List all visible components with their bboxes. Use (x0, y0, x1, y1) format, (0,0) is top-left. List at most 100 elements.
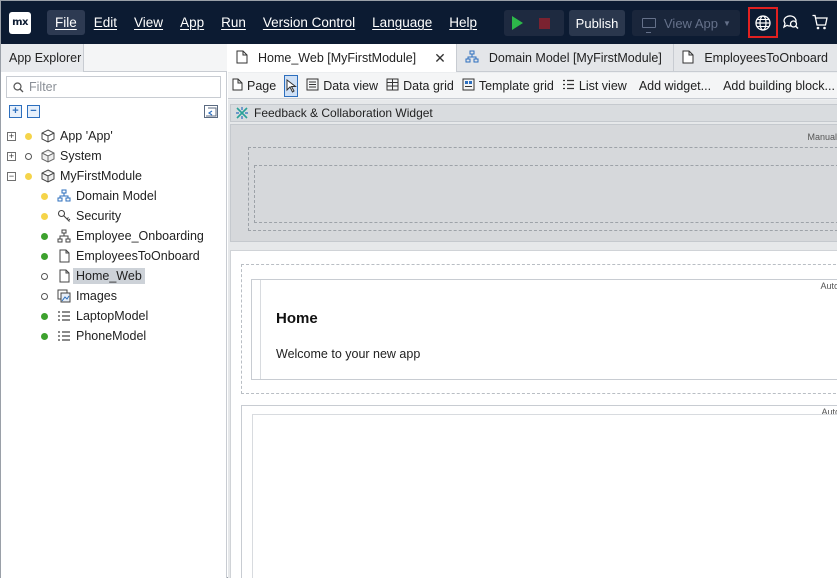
tree-item-images[interactable]: Images (1, 286, 227, 306)
page-title[interactable]: Home (276, 310, 318, 327)
content-container[interactable]: Auto (241, 405, 837, 578)
filter-input[interactable]: Filter (6, 76, 221, 98)
collapse-icon[interactable]: − (7, 171, 16, 181)
status-dot (41, 332, 48, 340)
tree-item-label: PhoneModel (76, 329, 147, 343)
menu-view[interactable]: View (126, 10, 171, 35)
sync-icon (206, 107, 217, 117)
tree-item-phonemodel[interactable]: PhoneModel (1, 326, 227, 346)
monitor-icon (642, 18, 656, 33)
menu-run[interactable]: Run (213, 10, 254, 35)
data-grid-icon (386, 78, 399, 94)
chevron-down-icon: ▼ (722, 18, 731, 28)
cart-button[interactable] (811, 13, 829, 34)
menu-app[interactable]: App (172, 10, 212, 35)
page-editor: Home_Web [MyFirstModule] ✕ Domain Model … (228, 44, 837, 578)
tab-app-explorer[interactable]: App Explorer (1, 44, 84, 72)
welcome-text[interactable]: Welcome to your new app (276, 347, 420, 361)
tab-domain-model[interactable]: Domain Model [MyFirstModule] (457, 44, 675, 72)
content-container-inner (252, 414, 837, 578)
sync-tree-button[interactable] (204, 105, 218, 118)
globe-icon (755, 14, 771, 31)
stop-icon[interactable] (539, 17, 550, 29)
tree-item-myfirstmodule[interactable]: − MyFirstModule (1, 166, 227, 186)
tree-item-label: EmployeesToOnboard (76, 249, 200, 263)
tab-employeestoonboard[interactable]: EmployeesToOnboard (674, 44, 837, 72)
view-app-label: View App (664, 15, 718, 31)
manual-label: Manual (807, 132, 837, 142)
status-dot (41, 252, 48, 260)
collapse-all-button[interactable]: − (27, 105, 40, 118)
status-dot (25, 172, 32, 180)
status-dot (41, 292, 48, 300)
menu-items: File Edit View App Run Version Control L… (47, 10, 486, 35)
tree-item-employeestoonboard[interactable]: EmployeesToOnboard (1, 246, 227, 266)
expand-icon[interactable]: + (7, 151, 16, 161)
page-icon (57, 269, 71, 283)
app-tree: + App 'App' + System − MyFirstModule Dom… (1, 126, 227, 346)
tab-home-web[interactable]: Home_Web [MyFirstModule] ✕ (228, 44, 457, 72)
workflow-icon (57, 229, 71, 243)
menu-file[interactable]: File (47, 10, 85, 35)
module-box-icon (41, 149, 55, 163)
menu-version-control[interactable]: Version Control (255, 10, 363, 35)
add-widget-button[interactable]: Add widget... (635, 75, 715, 97)
expand-collapse-buttons: + − (9, 105, 40, 118)
data-view-icon (306, 78, 319, 94)
menu-help[interactable]: Help (441, 10, 485, 35)
status-dot (41, 272, 48, 280)
run-play-icon[interactable] (512, 16, 523, 30)
menu-language[interactable]: Language (364, 10, 440, 35)
tree-item-label: LaptopModel (76, 309, 149, 323)
home-container[interactable]: Auto Home Welcome to your new app (251, 279, 837, 380)
enumeration-icon (57, 309, 71, 323)
data-view-button[interactable]: Data view (302, 75, 382, 97)
tab-label: EmployeesToOnboard (704, 51, 828, 65)
tree-item-label: Images (76, 289, 117, 303)
tree-item-employee-onboarding[interactable]: Employee_Onboarding (1, 226, 227, 246)
tab-label: Domain Model [MyFirstModule] (488, 51, 662, 65)
chat-search-icon (782, 15, 799, 29)
home-container-inner (260, 280, 837, 379)
template-grid-icon (462, 78, 475, 94)
tree-item-home-web[interactable]: Home_Web (1, 266, 227, 286)
cart-icon (812, 14, 828, 30)
status-dot (41, 212, 48, 220)
status-dot (25, 132, 32, 140)
page-button[interactable]: Page (228, 75, 280, 97)
tree-item-laptopmodel[interactable]: LaptopModel (1, 306, 227, 326)
tree-item-security[interactable]: Security (1, 206, 227, 226)
menu-edit[interactable]: Edit (86, 10, 125, 35)
add-building-block-button[interactable]: Add building block... (719, 75, 837, 97)
app-box-icon (41, 129, 55, 143)
chat-button[interactable] (782, 13, 800, 34)
tree-item-system[interactable]: + System (1, 146, 227, 166)
filter-placeholder: Filter (29, 80, 57, 94)
pointer-icon (286, 78, 298, 93)
view-app-button[interactable]: View App ▼ (632, 10, 740, 36)
feedback-widget-header[interactable]: Feedback & Collaboration Widget (230, 104, 837, 122)
tree-item-domain-model[interactable]: Domain Model (1, 186, 227, 206)
tree-item-label: Security (76, 209, 122, 223)
tree-item-label: App 'App' (60, 129, 113, 143)
feedback-widget-body[interactable]: Manual (230, 124, 837, 242)
close-icon[interactable]: ✕ (434, 50, 446, 67)
expand-all-button[interactable]: + (9, 105, 22, 118)
tree-item-label: MyFirstModule (60, 169, 142, 183)
placeholder-container[interactable] (254, 165, 837, 223)
data-grid-button[interactable]: Data grid (382, 75, 458, 97)
list-view-button[interactable]: List view (558, 75, 631, 97)
publish-button[interactable]: Publish (569, 10, 625, 36)
search-icon (13, 81, 24, 92)
template-grid-button[interactable]: Template grid (458, 75, 558, 97)
data-grid-label: Data grid (403, 78, 454, 93)
page-content-area[interactable]: Auto Home Welcome to your new app Auto (230, 250, 837, 578)
page-icon (57, 249, 71, 263)
pointer-tool-button[interactable] (284, 74, 299, 97)
expand-icon[interactable]: + (7, 131, 16, 141)
images-icon (57, 289, 71, 303)
tree-item-app[interactable]: + App 'App' (1, 126, 227, 146)
module-box-icon (41, 169, 55, 183)
globe-button[interactable] (748, 7, 778, 38)
page-canvas[interactable]: Feedback & Collaboration Widget Manual A… (228, 100, 837, 578)
